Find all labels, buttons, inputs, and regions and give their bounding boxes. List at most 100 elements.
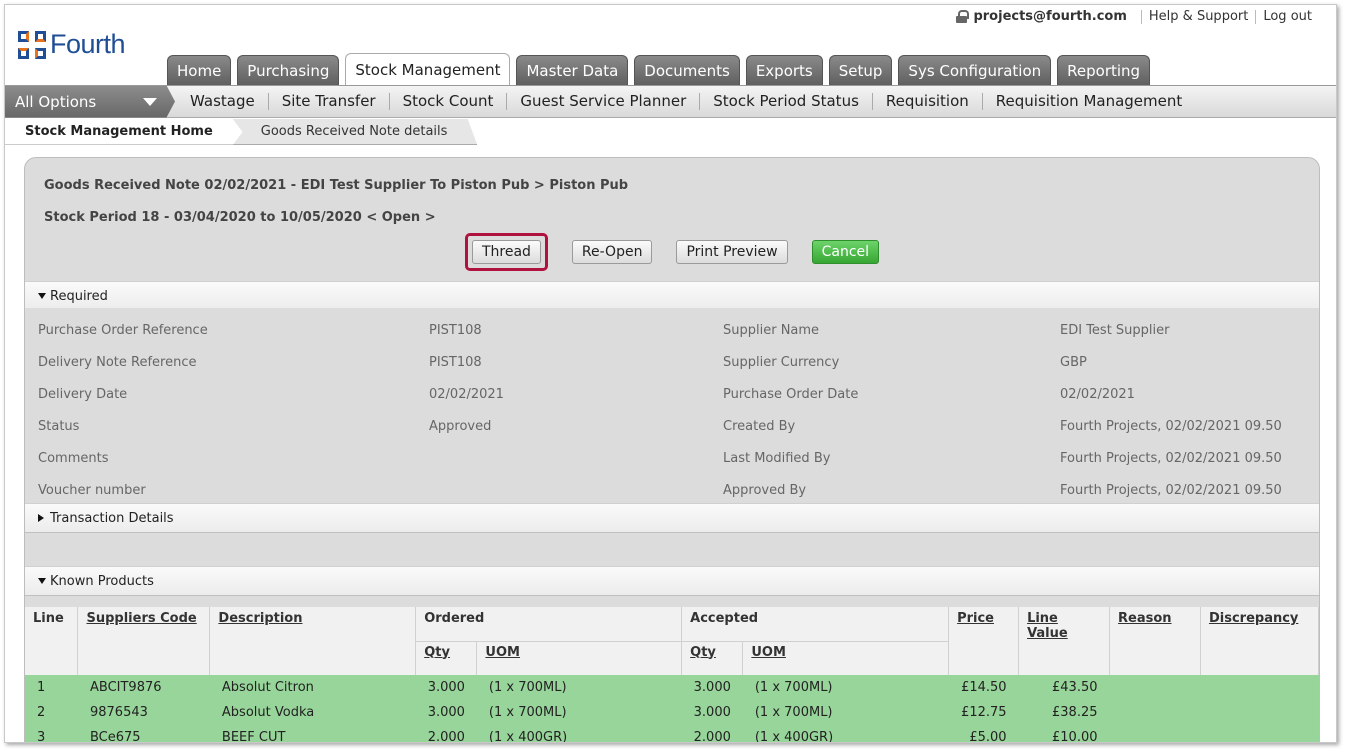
tab-documents[interactable]: Documents bbox=[634, 55, 740, 86]
subnav-stock-count[interactable]: Stock Count bbox=[390, 93, 508, 110]
action-buttons: Thread Re-Open Print Preview Cancel bbox=[25, 233, 1319, 271]
field-row: Status Approved Created By Fourth Projec… bbox=[25, 419, 1319, 439]
subnav-requisition-management[interactable]: Requisition Management bbox=[983, 93, 1195, 110]
tab-home[interactable]: Home bbox=[167, 55, 232, 86]
field-row: Voucher number Approved By Fourth Projec… bbox=[25, 483, 1319, 503]
highlight-box: Thread bbox=[464, 233, 548, 271]
logout-link[interactable]: Log out bbox=[1263, 9, 1312, 24]
table-row[interactable]: 1 ABCIT9876 Absolut Citron 3.000 (1 x 70… bbox=[25, 675, 1319, 700]
tab-reporting[interactable]: Reporting bbox=[1057, 55, 1151, 86]
logo-text: Fourth bbox=[50, 29, 126, 59]
lock-icon bbox=[956, 10, 970, 23]
cell-ordered-qty: 2.000 bbox=[415, 725, 477, 742]
cell-price: £14.50 bbox=[948, 675, 1019, 700]
subnav-guest-service-planner[interactable]: Guest Service Planner bbox=[507, 93, 701, 110]
col-description[interactable]: Description bbox=[209, 607, 417, 675]
cancel-button[interactable]: Cancel bbox=[811, 240, 880, 264]
table-row[interactable]: 2 9876543 Absolut Vodka 3.000 (1 x 700ML… bbox=[25, 700, 1319, 725]
cell-line: 1 bbox=[25, 675, 78, 700]
field-label: Last Modified By bbox=[723, 451, 831, 466]
field-label: Approved By bbox=[723, 483, 807, 498]
table-header-row: Line Suppliers Code Description Ordered … bbox=[25, 607, 1319, 675]
sub-navigation: All Options Wastage Site Transfer Stock … bbox=[5, 85, 1336, 118]
tab-purchasing[interactable]: Purchasing bbox=[237, 55, 340, 86]
table-row[interactable]: 3 BCe675 BEEF CUT 2.000 (1 x 400GR) 2.00… bbox=[25, 725, 1319, 742]
col-price[interactable]: Price bbox=[948, 607, 1020, 675]
col-reason[interactable]: Reason bbox=[1109, 607, 1201, 675]
col-line: Line bbox=[25, 607, 79, 675]
field-label: Supplier Currency bbox=[723, 355, 840, 370]
divider bbox=[1140, 9, 1142, 24]
field-value: 02/02/2021 bbox=[429, 387, 504, 402]
tab-setup[interactable]: Setup bbox=[828, 55, 893, 86]
col-accepted-qty[interactable]: Qty bbox=[681, 640, 744, 675]
main-tabs: Home Purchasing Stock Management Master … bbox=[167, 53, 1156, 86]
breadcrumb-grn-details: Goods Received Note details bbox=[232, 119, 478, 145]
cell-description: BEEF CUT bbox=[209, 725, 416, 742]
help-support-link[interactable]: Help & Support bbox=[1149, 9, 1248, 24]
print-preview-button[interactable]: Print Preview bbox=[676, 240, 788, 264]
section-required[interactable]: Required bbox=[25, 281, 1319, 311]
all-options-dropdown[interactable]: All Options bbox=[5, 85, 175, 118]
breadcrumb-stock-management-home[interactable]: Stock Management Home bbox=[5, 119, 233, 145]
cell-ordered-uom: (1 x 700ML) bbox=[476, 700, 682, 725]
top-links: projects@fourth.com Help & Support Log o… bbox=[956, 9, 1312, 24]
cell-ordered-qty: 3.000 bbox=[415, 700, 477, 725]
tab-exports[interactable]: Exports bbox=[745, 55, 823, 86]
cell-suppliers-code: 9876543 bbox=[77, 700, 210, 725]
thread-highlight: Thread bbox=[464, 233, 548, 271]
tab-stock-management[interactable]: Stock Management bbox=[345, 53, 511, 86]
cell-line-value: £10.00 bbox=[1018, 725, 1110, 742]
section-known-products[interactable]: Known Products bbox=[25, 566, 1319, 596]
col-line-value[interactable]: Line Value bbox=[1018, 607, 1111, 675]
col-ordered-uom[interactable]: UOM bbox=[476, 640, 683, 675]
cell-accepted-qty: 3.000 bbox=[681, 675, 743, 700]
cell-accepted-uom: (1 x 400GR) bbox=[742, 725, 949, 742]
section-required-label: Required bbox=[50, 288, 108, 304]
cell-accepted-qty: 3.000 bbox=[681, 700, 743, 725]
subnav-requisition[interactable]: Requisition bbox=[873, 93, 983, 110]
section-known-products-label: Known Products bbox=[50, 573, 154, 589]
cell-line-value: £38.25 bbox=[1018, 700, 1110, 725]
cell-price: £12.75 bbox=[948, 700, 1019, 725]
col-ordered-qty[interactable]: Qty bbox=[415, 640, 478, 675]
cell-description: Absolut Citron bbox=[209, 675, 416, 700]
cell-suppliers-code: ABCIT9876 bbox=[77, 675, 210, 700]
fourth-logo-icon bbox=[18, 30, 46, 59]
field-value: Fourth Projects, 02/02/2021 09.50 bbox=[1060, 483, 1282, 498]
thread-button[interactable]: Thread bbox=[471, 240, 541, 264]
subnav-stock-period-status[interactable]: Stock Period Status bbox=[700, 93, 873, 110]
cell-discrepancy bbox=[1200, 700, 1319, 725]
field-row: Delivery Note Reference PIST108 Supplier… bbox=[25, 355, 1319, 375]
app-window: Fourth projects@fourth.com Help & Suppor… bbox=[4, 4, 1337, 743]
tab-sys-configuration[interactable]: Sys Configuration bbox=[898, 55, 1052, 86]
col-accepted-uom[interactable]: UOM bbox=[742, 640, 950, 675]
cell-reason bbox=[1109, 675, 1201, 700]
field-label: Delivery Date bbox=[38, 387, 128, 402]
cell-reason bbox=[1109, 700, 1201, 725]
col-suppliers-code[interactable]: Suppliers Code bbox=[77, 607, 211, 675]
col-discrepancy[interactable]: Discrepancy bbox=[1200, 607, 1319, 675]
cell-price: £5.00 bbox=[948, 725, 1019, 742]
field-label: Delivery Note Reference bbox=[38, 355, 197, 370]
section-transaction-details[interactable]: Transaction Details bbox=[25, 503, 1319, 533]
field-label: Purchase Order Date bbox=[723, 387, 859, 402]
section-transaction-details-label: Transaction Details bbox=[50, 510, 174, 526]
field-value: Fourth Projects, 02/02/2021 09.50 bbox=[1060, 451, 1282, 466]
fourth-logo[interactable]: Fourth bbox=[18, 29, 126, 60]
field-label: Voucher number bbox=[38, 483, 146, 498]
field-value: EDI Test Supplier bbox=[1060, 323, 1170, 338]
cell-suppliers-code: BCe675 bbox=[77, 725, 210, 742]
tab-master-data[interactable]: Master Data bbox=[516, 55, 629, 86]
field-value: PIST108 bbox=[429, 323, 482, 338]
caret-down-icon bbox=[38, 578, 46, 584]
caret-right-icon bbox=[38, 514, 44, 522]
subnav-wastage[interactable]: Wastage bbox=[177, 93, 269, 110]
required-fields: Purchase Order Reference PIST108 Supplie… bbox=[25, 308, 1319, 498]
cell-reason bbox=[1109, 725, 1201, 742]
divider bbox=[1255, 9, 1257, 24]
subnav-site-transfer[interactable]: Site Transfer bbox=[269, 93, 390, 110]
user-email: projects@fourth.com bbox=[973, 9, 1127, 24]
reopen-button[interactable]: Re-Open bbox=[571, 240, 653, 264]
field-row: Delivery Date 02/02/2021 Purchase Order … bbox=[25, 387, 1319, 407]
